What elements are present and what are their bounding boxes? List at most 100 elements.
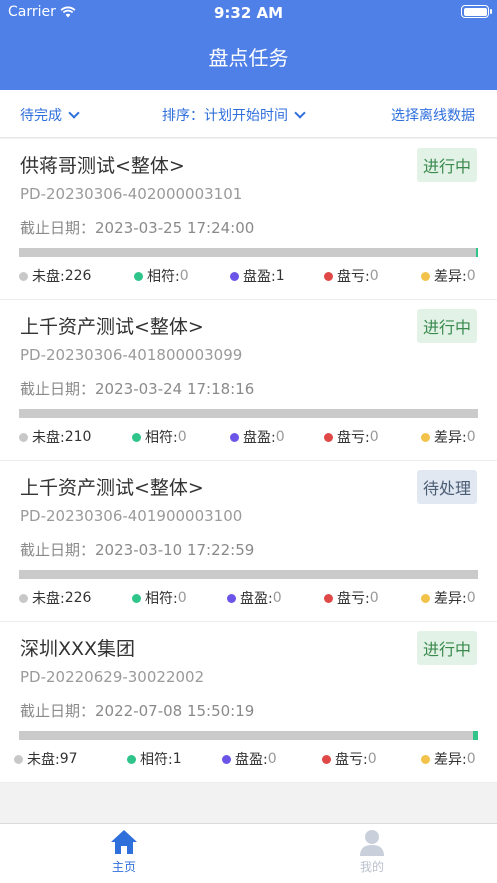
task-card[interactable]: 深圳XXX集团 进行中 PD-20220629-30022002 截止日期：2022-… <box>0 622 497 783</box>
loss-dot-icon <box>324 593 333 603</box>
loss-dot-icon <box>324 271 333 281</box>
offline-data-button[interactable]: 选择离线数据 <box>391 105 475 125</box>
deadline-value: 2022-07-08 15:50:19 <box>95 702 255 720</box>
deadline-value: 2023-03-24 17:18:16 <box>95 380 255 398</box>
unchecked-dot-icon <box>14 754 23 764</box>
stat-diff: 差异: 0 <box>421 749 476 769</box>
surplus-dot-icon <box>227 593 236 603</box>
loss-dot-icon <box>324 432 333 442</box>
stat-matched-value: 1 <box>172 751 182 767</box>
stat-diff-label: 差异: <box>434 591 467 607</box>
status-filter-label: 待完成 <box>20 108 62 124</box>
stat-diff-value: 0 <box>466 751 476 767</box>
chevron-down-icon <box>68 107 80 119</box>
task-code: PD-20230306-402000003101 <box>20 185 243 203</box>
stat-unchecked-label: 未盘: <box>32 591 65 607</box>
tab-mine[interactable]: 我的 <box>342 828 402 875</box>
stat-surplus-value: 0 <box>275 429 285 445</box>
stat-unchecked-label: 未盘: <box>32 269 65 285</box>
header-bar: Carrier 9:32 AM 盘点任务 <box>0 0 497 90</box>
stat-diff-label: 差异: <box>434 430 467 446</box>
stat-matched-value: 0 <box>179 268 189 284</box>
stat-surplus: 盘盈: 0 <box>222 749 277 769</box>
task-name: 供蒋哥测试<整体> <box>20 155 185 177</box>
tab-bar: 主页 我的 <box>0 823 497 883</box>
stat-surplus: 盘盈: 1 <box>230 266 285 286</box>
stat-matched: 相符: 0 <box>134 266 189 286</box>
progress-fill <box>476 248 478 257</box>
stat-loss-value: 0 <box>369 268 379 284</box>
stat-matched: 相符: 1 <box>127 749 182 769</box>
task-stats: 未盘: 97 相符: 1 盘盈: 0 盘亏: 0 差异: 0 <box>14 749 478 769</box>
user-icon <box>360 830 384 856</box>
deadline-value: 2023-03-25 17:24:00 <box>95 219 255 237</box>
stat-unchecked-label: 未盘: <box>27 752 60 768</box>
stat-loss: 盘亏: 0 <box>324 266 379 286</box>
stat-unchecked: 未盘: 226 <box>19 588 91 608</box>
stat-loss-label: 盘亏: <box>337 591 370 607</box>
deadline-label: 截止日期： <box>20 702 96 720</box>
stat-unchecked: 未盘: 210 <box>19 427 91 447</box>
stat-loss-label: 盘亏: <box>337 430 370 446</box>
progress-bar <box>19 409 478 418</box>
stat-matched: 相符: 0 <box>132 427 187 447</box>
offline-data-label: 选择离线数据 <box>391 108 475 124</box>
task-card[interactable]: 上千资产测试<整体> 待处理 PD-20230306-401900003100 截止日… <box>0 461 497 622</box>
stat-diff-value: 0 <box>466 590 476 606</box>
stat-loss: 盘亏: 0 <box>324 588 379 608</box>
task-card[interactable]: 供蒋哥测试<整体> 进行中 PD-20230306-402000003101 截止日期… <box>0 139 497 300</box>
battery-icon <box>461 5 492 18</box>
task-deadline: 截止日期：2023-03-25 17:24:00 <box>20 217 254 238</box>
diff-dot-icon <box>421 432 430 442</box>
stat-diff: 差异: 0 <box>421 588 476 608</box>
tab-home[interactable]: 主页 <box>94 828 154 875</box>
stat-surplus-label: 盘盈: <box>243 269 276 285</box>
status-filter-dropdown[interactable]: 待完成 <box>20 105 80 125</box>
stat-diff-label: 差异: <box>434 752 467 768</box>
task-name: 深圳XXX集团 <box>20 638 136 660</box>
stat-unchecked: 未盘: 97 <box>14 749 78 769</box>
stat-unchecked-value: 226 <box>64 590 92 606</box>
sort-dropdown[interactable]: 排序：计划开始时间 <box>162 105 306 125</box>
stat-loss-value: 0 <box>367 751 377 767</box>
stat-surplus-value: 0 <box>267 751 277 767</box>
task-code: PD-20220629-30022002 <box>20 668 205 686</box>
stat-unchecked-label: 未盘: <box>32 430 65 446</box>
stat-matched-label: 相符: <box>145 430 178 446</box>
deadline-label: 截止日期： <box>20 380 96 398</box>
filter-bar: 待完成 排序：计划开始时间 选择离线数据 <box>0 90 497 138</box>
deadline-value: 2023-03-10 17:22:59 <box>95 541 255 559</box>
sort-label: 排序：计划开始时间 <box>162 108 288 124</box>
stat-matched-label: 相符: <box>145 591 178 607</box>
stat-unchecked: 未盘: 226 <box>19 266 91 286</box>
progress-fill <box>473 731 478 740</box>
stat-matched-value: 0 <box>177 590 187 606</box>
stat-diff: 差异: 0 <box>421 427 476 447</box>
progress-bar <box>19 731 478 740</box>
progress-bar <box>19 570 478 579</box>
matched-dot-icon <box>134 271 143 281</box>
task-stats: 未盘: 226 相符: 0 盘盈: 1 盘亏: 0 差异: 0 <box>19 266 478 286</box>
stat-unchecked-value: 210 <box>64 429 92 445</box>
chevron-down-icon <box>294 107 306 119</box>
stat-surplus-label: 盘盈: <box>240 591 273 607</box>
task-deadline: 截止日期：2023-03-10 17:22:59 <box>20 539 254 560</box>
stat-unchecked-value: 226 <box>64 268 92 284</box>
status-badge: 进行中 <box>416 148 477 182</box>
task-code: PD-20230306-401800003099 <box>20 346 243 364</box>
page-title: 盘点任务 <box>208 46 289 70</box>
surplus-dot-icon <box>230 271 239 281</box>
task-stats: 未盘: 226 相符: 0 盘盈: 0 盘亏: 0 差异: 0 <box>19 588 478 608</box>
task-deadline: 截止日期：2022-07-08 15:50:19 <box>20 700 254 721</box>
task-card[interactable]: 上千资产测试<整体> 进行中 PD-20230306-401800003099 截止日… <box>0 300 497 461</box>
task-stats: 未盘: 210 相符: 0 盘盈: 0 盘亏: 0 差异: 0 <box>19 427 478 447</box>
stat-diff-value: 0 <box>466 429 476 445</box>
home-icon <box>111 830 137 854</box>
task-name: 上千资产测试<整体> <box>20 316 204 338</box>
matched-dot-icon <box>132 593 141 603</box>
surplus-dot-icon <box>222 754 231 764</box>
stat-surplus-value: 0 <box>272 590 282 606</box>
surplus-dot-icon <box>230 432 239 442</box>
tab-home-label: 主页 <box>111 860 136 874</box>
loss-dot-icon <box>322 754 331 764</box>
